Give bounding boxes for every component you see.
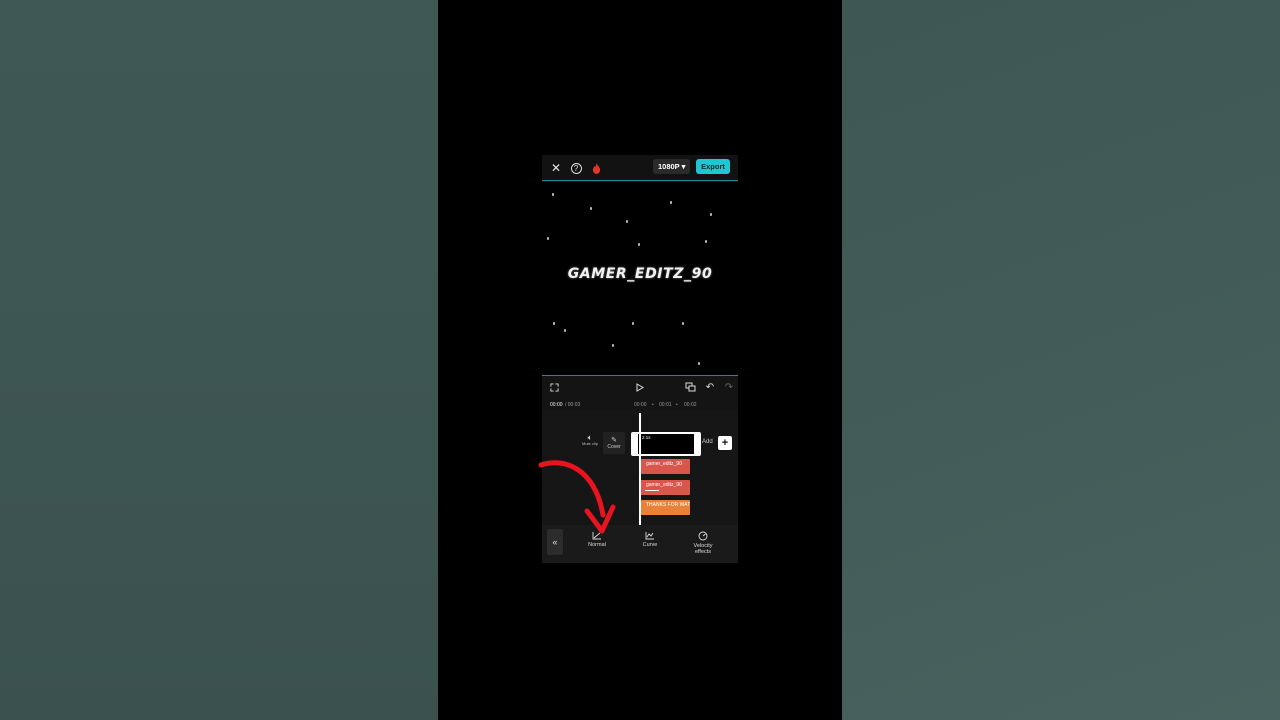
curve-speed-icon	[632, 531, 668, 540]
add-clip-label: Add	[702, 439, 713, 445]
cover-button[interactable]: ✎ Cover	[603, 432, 625, 454]
pencil-icon: ✎	[611, 437, 617, 444]
clip-duration: 2.1s	[642, 435, 651, 440]
ruler-mark: 00:01	[659, 402, 672, 408]
mute-clip-button[interactable]: 🔈︎ Mute clip	[582, 433, 598, 447]
video-preview[interactable]: GAMER_EDITZ_90	[542, 182, 738, 375]
time-ruler: 00:00 / 00:03 00:00 • 00:01 • 00:02	[542, 398, 738, 410]
text-clip[interactable]: THANKS FOR WAT	[640, 500, 690, 515]
current-time: 00:00	[550, 402, 563, 408]
text-clip[interactable]: gamer_editz_90	[640, 480, 690, 495]
curve-speed-button[interactable]: Curve	[632, 531, 668, 548]
video-overlay-title: GAMER_EDITZ_90	[567, 266, 713, 282]
resolution-selector[interactable]: 1080P ▾	[653, 159, 691, 174]
undo-icon[interactable]: ↶	[703, 380, 717, 394]
help-icon[interactable]: ?	[568, 160, 584, 176]
ruler-mark: 00:02	[684, 402, 697, 408]
red-annotation-arrow	[538, 460, 616, 534]
background-left	[0, 0, 438, 720]
main-video-clip[interactable]: 2.1s	[631, 432, 701, 456]
animation-arrow-icon	[645, 490, 659, 491]
add-clip-button[interactable]: +	[718, 436, 732, 450]
total-time: / 00:03	[565, 402, 581, 408]
background-right	[842, 0, 1280, 720]
velocity-effects-button[interactable]: Velocity effects	[685, 531, 721, 555]
redo-icon[interactable]: ↷	[722, 380, 736, 394]
speaker-icon: 🔈︎	[587, 433, 593, 442]
text-clip[interactable]: gamer_editz_90	[640, 459, 690, 474]
export-button[interactable]: Export	[696, 159, 730, 174]
fire-icon[interactable]	[588, 160, 604, 176]
playback-controls: ↶ ↷	[542, 376, 738, 398]
fullscreen-icon[interactable]	[547, 380, 561, 394]
ruler-mark: 00:00	[634, 402, 647, 408]
top-bar: ✕ ? 1080P ▾ Export	[542, 155, 738, 181]
keyframe-icon[interactable]	[683, 380, 697, 394]
velocity-effects-icon	[685, 531, 721, 541]
close-icon[interactable]: ✕	[548, 160, 564, 176]
playhead[interactable]	[639, 413, 641, 525]
play-icon[interactable]	[633, 380, 647, 394]
